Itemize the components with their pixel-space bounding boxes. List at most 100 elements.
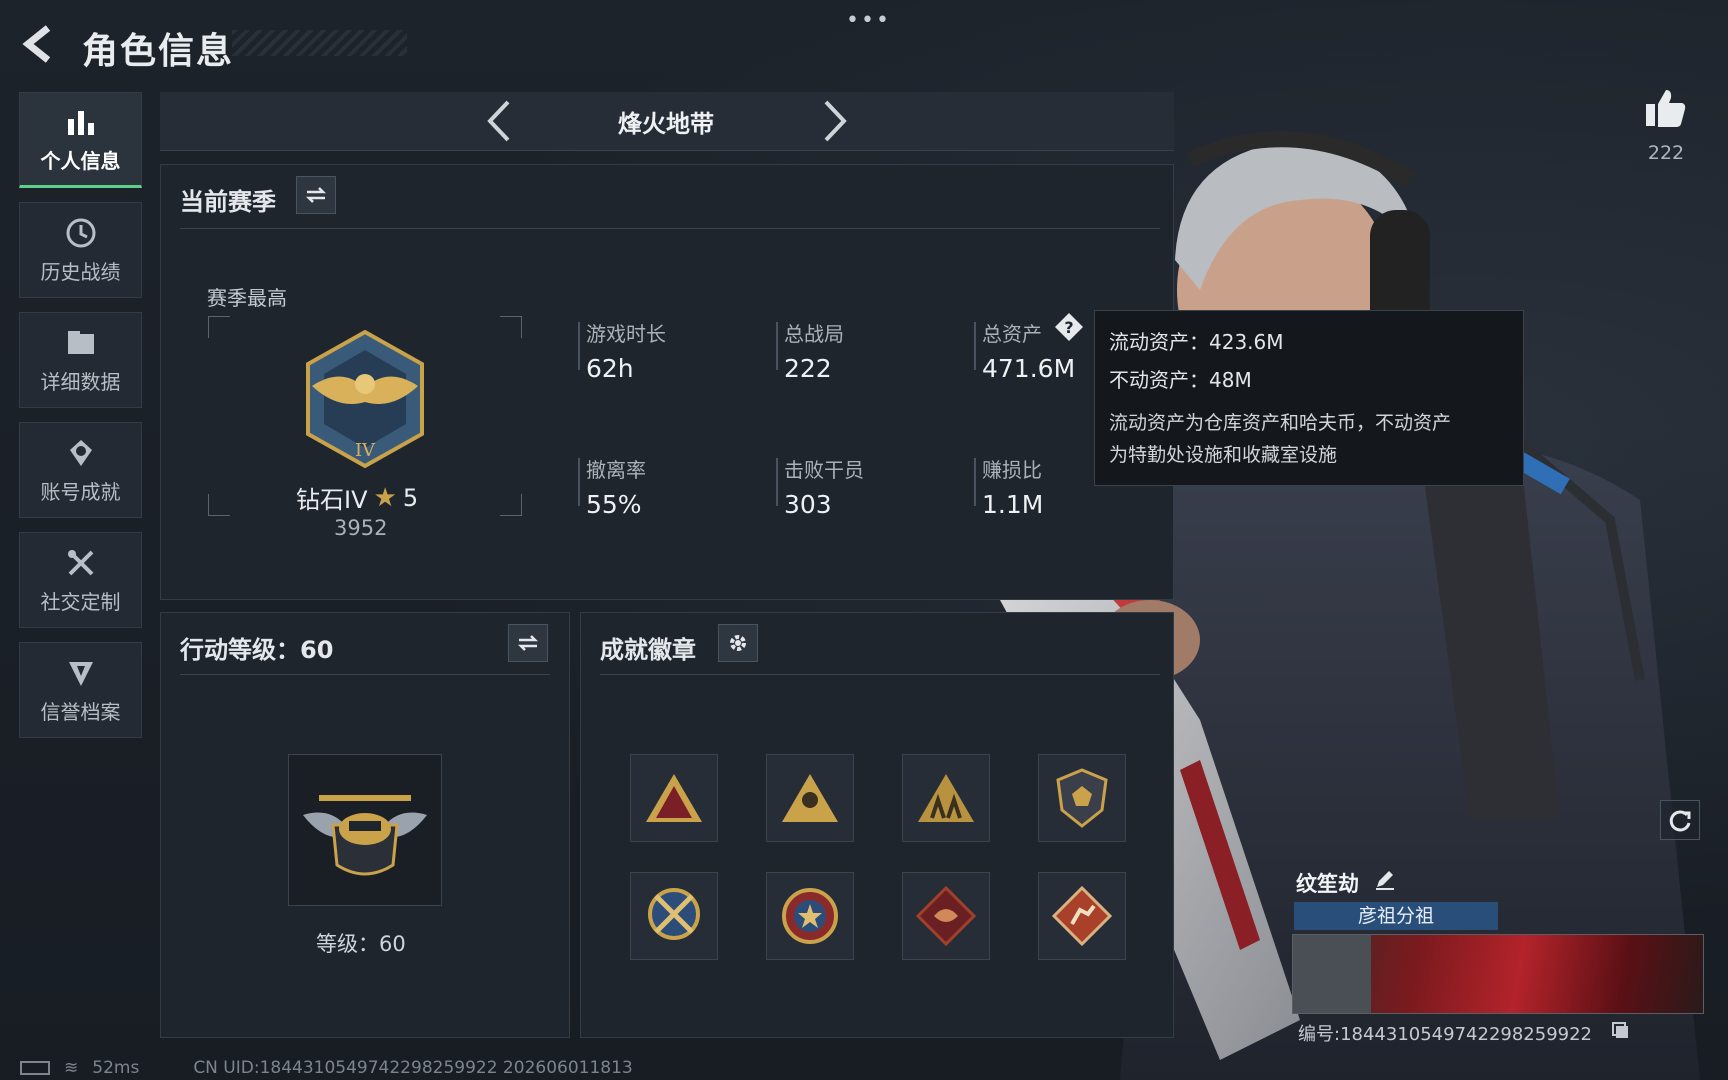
player-name: 纹笙劫 [1296,872,1359,896]
like-count: 222 [1647,142,1685,164]
stat-label: 总战局 [784,322,844,346]
sidebar-item-detailed-data[interactable]: 详细数据 [19,312,142,408]
gear-icon [730,635,746,651]
bar-chart-icon [67,110,94,135]
sidebar-item-social-custom[interactable]: 社交定制 [19,532,142,628]
sidebar-item-label: 账号成就 [40,479,121,504]
dragon-badge-icon [915,885,977,947]
chevron-right-icon[interactable] [814,96,854,146]
season-best-label: 赛季最高 [207,286,287,310]
star-icon: ★ [373,482,397,513]
level-text: 等级：60 [316,932,406,956]
copy-icon[interactable] [1612,1022,1630,1040]
stat-value: 62h [586,354,634,383]
pencil-icon[interactable] [1374,868,1396,890]
sidebar-item-label: 历史战绩 [40,259,121,284]
stat-label: 撤离率 [586,458,646,482]
swap-icon [517,635,539,651]
name-card-banner [1292,934,1704,1014]
badges-heading: 成就徽章 [600,636,696,664]
stat-divider [776,322,778,370]
badge-slot[interactable] [902,872,990,960]
title-decoration [232,30,407,56]
stat-value: 222 [784,354,832,383]
status-footer: ≋ 52ms CN UID:1844310549742298259922 202… [20,1058,633,1078]
stat-divider [578,322,580,370]
triangle-runner-badge-icon [782,774,838,822]
action-level-heading: 行动等级：60 [180,636,334,664]
stat-label: 赚损比 [982,458,1042,482]
sidebar-item-personal-info[interactable]: 个人信息 [19,92,142,188]
achievement-icon [69,439,92,466]
rank-score: 3952 [334,516,388,540]
divider [600,674,1160,675]
wifi-icon: ≋ [64,1058,79,1078]
badge-slot[interactable] [766,754,854,842]
stat-value: 471.6M [982,354,1076,383]
shield-badge-icon [1056,768,1108,828]
stat-label: 游戏时长 [586,322,666,346]
thumbs-up-icon[interactable] [1644,86,1688,130]
tools-icon [67,549,93,575]
player-id: 编号:1844310549742298259922 [1298,1024,1593,1045]
tooltip-fixed-assets: 不动资产：48M [1109,368,1252,392]
history-icon [66,218,95,247]
back-arrow-icon[interactable] [18,22,62,66]
stat-value: 55% [586,490,642,519]
rank-name: 钻石IV [296,486,368,514]
triangle-team-badge-icon [918,774,974,822]
swap-icon [305,187,327,203]
star-seal-badge-icon [782,888,838,944]
stat-divider [974,458,976,506]
chevron-left-icon[interactable] [480,96,520,146]
season-heading: 当前赛季 [180,188,276,216]
stat-divider [578,458,580,506]
rank-emblem-icon: IV [306,329,424,469]
badge-settings-button[interactable] [718,624,758,662]
badge-slot[interactable] [630,872,718,960]
sidebar-item-label: 信誉档案 [40,699,121,724]
action-level-switch-button[interactable] [508,624,548,662]
season-switch-button[interactable] [296,176,336,214]
stat-label: 击败干员 [784,458,864,482]
helicopter-emblem-icon [303,795,427,876]
help-diamond-icon[interactable]: ? [1054,312,1084,342]
sidebar-item-label: 个人信息 [40,148,121,173]
rank-stars: 5 [402,483,419,512]
page-title: 角色信息 [82,31,235,72]
sidebar-item-achievements[interactable]: 账号成就 [19,422,142,518]
sidebar-item-credit-file[interactable]: 信誉档案 [19,642,142,738]
battery-icon [20,1061,50,1075]
group-tag: 彦祖分祖 [1294,902,1498,930]
avatar [1293,935,1371,1013]
rank-line: 钻石IV ★ 5 [296,480,418,515]
badge-slot[interactable] [766,872,854,960]
assets-tooltip: 流动资产：423.6M 不动资产：48M 流动资产为仓库资产和哈夫币，不动资产 … [1094,310,1524,486]
tooltip-liquid-assets: 流动资产：423.6M [1109,330,1284,354]
mode-title: 烽火地带 [618,110,714,138]
more-dots-icon[interactable]: ••• [846,8,889,33]
stat-value: 303 [784,490,832,519]
ping-value: 52ms [92,1058,140,1078]
tooltip-description: 流动资产为仓库资产和哈夫币，不动资产 为特勤处设施和收藏室设施 [1109,407,1509,471]
badge-slot[interactable] [1038,754,1126,842]
badge-slot[interactable] [902,754,990,842]
stat-divider [776,458,778,506]
svg-text:?: ? [1064,318,1073,337]
uid-text: CN UID:1844310549742298259922 2026060118… [193,1058,633,1078]
rotate-view-button[interactable] [1660,800,1700,840]
folder-icon [67,330,94,354]
sidebar-item-label: 详细数据 [40,369,121,394]
badge-slot[interactable] [630,754,718,842]
level-emblem-frame [288,754,442,906]
stat-divider [974,322,976,370]
divider [180,228,1160,229]
sidebar-item-history[interactable]: 历史战绩 [19,202,142,298]
stat-label: 总资产 [982,322,1042,346]
refresh-icon [1669,810,1691,832]
stat-value: 1.1M [982,490,1044,519]
badge-slot[interactable] [1038,872,1126,960]
tooltip-desc-line: 为特勤处设施和收藏室设施 [1109,444,1338,466]
svg-text:IV: IV [355,440,376,461]
tooltip-desc-line: 流动资产为仓库资产和哈夫币，不动资产 [1109,412,1452,434]
